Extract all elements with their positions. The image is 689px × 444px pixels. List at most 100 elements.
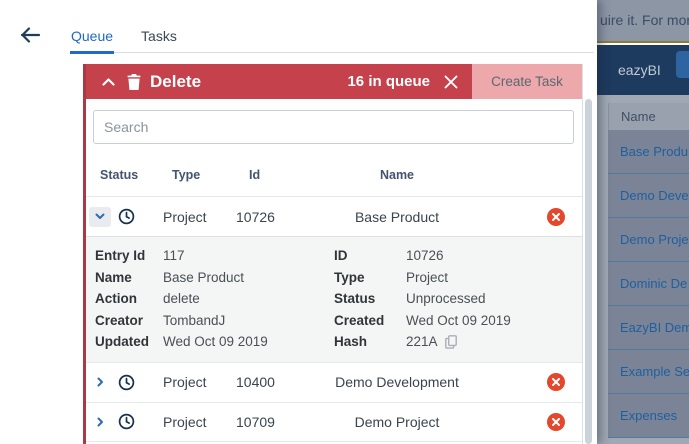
create-task-button[interactable]: Create Task bbox=[472, 64, 582, 99]
detail-label: Entry Id bbox=[95, 245, 163, 267]
row-status-cell bbox=[86, 372, 163, 392]
row-type: Project bbox=[163, 209, 236, 225]
remove-from-queue-button[interactable] bbox=[547, 373, 565, 391]
bg-table-header: Name bbox=[608, 103, 689, 130]
detail-value: Unprocessed bbox=[406, 288, 486, 310]
chevron-up-icon bbox=[102, 78, 115, 86]
detail-line: CreatedWed Oct 09 2019 bbox=[334, 310, 582, 332]
column-header-id: Id bbox=[236, 168, 321, 182]
bg-row-link[interactable]: Expenses bbox=[620, 408, 677, 423]
arrow-left-icon bbox=[19, 26, 41, 44]
row-actions-cell bbox=[473, 373, 582, 391]
bg-banner: uire it. For mor bbox=[597, 0, 689, 43]
detail-line: Hash 221A bbox=[334, 331, 582, 353]
x-circle-icon bbox=[552, 378, 560, 386]
close-button[interactable] bbox=[443, 74, 459, 90]
collapse-row-button[interactable] bbox=[89, 207, 111, 227]
row-name: Demo Project bbox=[321, 414, 473, 430]
detail-label: Name bbox=[95, 267, 163, 289]
table-row: EazyBI Dem bbox=[608, 306, 689, 350]
x-circle-icon bbox=[552, 418, 560, 426]
queue-count-badge: 16 in queue bbox=[347, 73, 430, 90]
detail-value: Base Product bbox=[163, 267, 244, 289]
table-row: Expenses bbox=[608, 394, 689, 438]
detail-value: 117 bbox=[163, 245, 185, 267]
chevron-down-icon bbox=[95, 213, 105, 220]
column-header-name: Name bbox=[321, 168, 473, 182]
chevron-right-icon bbox=[97, 377, 104, 387]
row-id: 10709 bbox=[236, 414, 321, 430]
bg-banner-text: uire it. For mor bbox=[600, 12, 689, 28]
queue-row: Project 10709 Demo Project bbox=[86, 402, 582, 442]
bg-row-link[interactable]: EazyBI Dem bbox=[620, 320, 689, 335]
row-id: 10400 bbox=[236, 374, 321, 390]
delete-queue-panel: Delete 16 in queue Create Task Status Ty… bbox=[83, 64, 583, 444]
panel-header-red-bar: Delete 16 in queue bbox=[86, 64, 472, 99]
row-name: Base Product bbox=[321, 209, 473, 225]
detail-line: StatusUnprocessed bbox=[334, 288, 582, 310]
clock-icon bbox=[118, 374, 135, 391]
panel-title: Delete bbox=[150, 72, 201, 92]
expand-row-button[interactable] bbox=[89, 372, 111, 392]
clock-icon bbox=[118, 413, 135, 430]
detail-line: CreatorTombandJ bbox=[95, 310, 334, 332]
row-status-cell bbox=[86, 207, 163, 227]
row-actions-cell bbox=[473, 413, 582, 431]
back-button[interactable] bbox=[17, 24, 43, 46]
bg-table-rows: Base Produ Demo Deve Demo Proje Dominic … bbox=[608, 130, 689, 444]
queue-drawer: Queue Tasks Delete 16 in queue bbox=[0, 0, 597, 444]
tab-tasks[interactable]: Tasks bbox=[140, 28, 178, 54]
detail-value: TombandJ bbox=[163, 310, 225, 332]
table-row: Dominic De bbox=[608, 262, 689, 306]
bg-content: Name Base Produ Demo Deve Demo Proje Dom… bbox=[597, 95, 689, 444]
detail-value: Wed Oct 09 2019 bbox=[406, 310, 511, 332]
tab-queue[interactable]: Queue bbox=[70, 28, 114, 54]
queue-row: Project 10400 Demo Development bbox=[86, 362, 582, 402]
detail-value: 221A bbox=[406, 331, 438, 353]
queue-table-header: Status Type Id Name bbox=[86, 144, 582, 196]
drawer-tabs: Queue Tasks bbox=[70, 28, 594, 53]
bg-row-link[interactable]: Example Se bbox=[620, 364, 689, 379]
bg-name-column-header: Name bbox=[621, 109, 656, 124]
detail-right-column: ID10726 TypeProject StatusUnprocessed Cr… bbox=[334, 245, 582, 353]
detail-line: Actiondelete bbox=[95, 288, 334, 310]
column-header-type: Type bbox=[163, 168, 236, 182]
column-header-status: Status bbox=[86, 168, 163, 182]
detail-line: ID10726 bbox=[334, 245, 582, 267]
bg-row-link[interactable]: Dominic De bbox=[620, 276, 687, 291]
bg-row-link[interactable]: Base Produ bbox=[620, 144, 688, 159]
remove-from-queue-button[interactable] bbox=[547, 413, 565, 431]
remove-from-queue-button[interactable] bbox=[547, 208, 565, 226]
detail-line: TypeProject bbox=[334, 267, 582, 289]
detail-value: Project bbox=[406, 267, 448, 289]
table-row: Base Produ bbox=[608, 130, 689, 174]
drawer-scrollbar[interactable] bbox=[585, 99, 592, 444]
expand-row-button[interactable] bbox=[89, 412, 111, 432]
row-actions-cell bbox=[473, 208, 582, 226]
trash-icon bbox=[127, 74, 141, 90]
row-detail-panel: Entry Id117 NameBase Product Actiondelet… bbox=[86, 236, 582, 362]
detail-value: 10726 bbox=[406, 245, 444, 267]
detail-label: Type bbox=[334, 267, 406, 289]
table-row: Example Se bbox=[608, 350, 689, 394]
detail-label: ID bbox=[334, 245, 406, 267]
screen: uire it. For mor eazyBI Name Base Produ … bbox=[0, 0, 689, 444]
copy-icon bbox=[445, 335, 457, 349]
detail-line: Entry Id117 bbox=[95, 245, 334, 267]
collapse-panel-button[interactable] bbox=[100, 76, 117, 88]
table-row: Demo Deve bbox=[608, 174, 689, 218]
detail-label: Created bbox=[334, 310, 406, 332]
bg-row-link[interactable]: Demo Proje bbox=[620, 232, 689, 247]
copy-hash-button[interactable] bbox=[445, 335, 457, 349]
row-type: Project bbox=[163, 374, 236, 390]
panel-header: Delete 16 in queue Create Task bbox=[86, 64, 582, 99]
row-status-cell bbox=[86, 412, 163, 432]
table-row: Demo Proje bbox=[608, 218, 689, 262]
close-icon bbox=[444, 75, 458, 89]
clock-icon bbox=[118, 208, 135, 225]
chevron-right-icon bbox=[97, 417, 104, 427]
bg-nav-button[interactable] bbox=[676, 51, 689, 78]
bg-row-link[interactable]: Demo Deve bbox=[620, 188, 689, 203]
search-input[interactable] bbox=[93, 110, 574, 144]
bg-app-logo: eazyBI bbox=[618, 62, 661, 78]
